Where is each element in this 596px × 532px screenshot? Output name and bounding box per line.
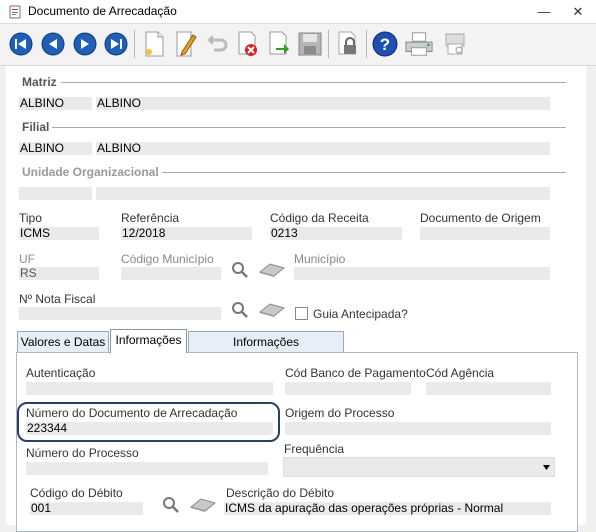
search-nota-fiscal-icon[interactable]	[231, 301, 249, 319]
first-record-icon	[9, 32, 33, 56]
window-title: Documento de Arrecadação	[28, 4, 177, 18]
numero-documento-field[interactable]: 223344	[26, 422, 273, 435]
next-record-icon	[73, 32, 97, 56]
section-divider	[162, 172, 566, 173]
search-municipio-icon[interactable]	[231, 261, 249, 279]
codigo-receita-label: Código da Receita	[270, 211, 369, 225]
last-record-button[interactable]	[101, 28, 131, 60]
tab-informacoes[interactable]: Informações	[110, 329, 187, 353]
toolbar: ?	[0, 24, 596, 66]
descricao-debito-label: Descrição do Débito	[226, 486, 335, 500]
uf-field[interactable]: RS	[19, 267, 99, 280]
codigo-debito-field[interactable]: 001	[30, 502, 143, 515]
referencia-label: Referência	[121, 211, 180, 225]
autenticacao-field[interactable]	[26, 382, 273, 395]
codigo-receita-field[interactable]: 0213	[270, 227, 402, 240]
matriz-section-label: Matriz	[22, 75, 57, 89]
previous-record-button[interactable]	[38, 28, 68, 60]
previous-record-icon	[41, 32, 65, 56]
nota-fiscal-field[interactable]	[19, 307, 221, 320]
documento-origem-label: Documento de Origem	[420, 211, 541, 225]
save-icon	[298, 32, 322, 56]
cod-banco-field[interactable]	[285, 382, 411, 395]
eraser-nota-fiscal-icon[interactable]	[258, 302, 286, 318]
print-icon	[405, 32, 433, 56]
undo-button[interactable]	[202, 28, 232, 60]
origem-processo-field[interactable]	[285, 422, 551, 435]
tipo-label: Tipo	[19, 211, 42, 225]
delete-icon	[238, 31, 257, 56]
referencia-field[interactable]: 12/2018	[121, 227, 252, 240]
eraser-municipio-icon[interactable]	[258, 262, 286, 278]
filial-name-field[interactable]: ALBINO	[96, 142, 550, 155]
help-button[interactable]: ?	[370, 28, 400, 60]
delete-button[interactable]	[233, 28, 263, 60]
svg-text:?: ?	[380, 35, 390, 54]
edit-icon	[176, 31, 197, 57]
documento-origem-field[interactable]	[420, 227, 550, 240]
guia-antecipada-label: Guia Antecipada?	[313, 307, 408, 321]
lock-icon	[338, 31, 356, 55]
print-button[interactable]	[404, 28, 434, 60]
unidade-name-field[interactable]	[96, 187, 550, 200]
tab-informacoes-complementares[interactable]: Informações Complementares	[188, 331, 344, 369]
filial-code-field[interactable]: ALBINO	[19, 142, 92, 155]
lock-button[interactable]	[333, 28, 363, 60]
matriz-name-field[interactable]: ALBINO	[96, 97, 550, 110]
numero-documento-label: Número do Documento de Arrecadação	[26, 406, 238, 420]
uf-label: UF	[19, 252, 35, 266]
frequencia-select[interactable]	[283, 457, 555, 477]
municipio-label: Município	[294, 252, 346, 266]
matriz-code-field[interactable]: ALBINO	[19, 97, 92, 110]
app-icon	[9, 5, 21, 19]
tipo-field[interactable]: ICMS	[19, 227, 99, 240]
eraser-debito-icon[interactable]	[189, 497, 217, 513]
print-preview-button[interactable]	[440, 28, 470, 60]
chevron-down-icon	[543, 465, 550, 470]
filial-section-label: Filial	[22, 120, 50, 134]
frequencia-label: Frequência	[284, 442, 345, 456]
toolbar-separator	[328, 30, 329, 58]
undo-icon	[207, 35, 228, 52]
export-button[interactable]	[264, 28, 294, 60]
minimize-button[interactable]: —	[531, 2, 557, 22]
tab-valores-e-datas[interactable]: Valores e Datas	[17, 331, 109, 353]
cod-agencia-label: Cód Agência	[426, 366, 495, 380]
nota-fiscal-label: Nº Nota Fiscal	[19, 292, 96, 306]
autenticacao-label: Autenticação	[26, 366, 96, 380]
title-bar: Documento de Arrecadação — ✕	[0, 0, 596, 24]
save-button[interactable]	[295, 28, 325, 60]
edit-button[interactable]	[171, 28, 201, 60]
unidade-section-label: Unidade Organizacional	[22, 165, 159, 179]
close-button[interactable]: ✕	[565, 2, 591, 22]
cod-banco-label: Cód Banco de Pagamento	[285, 366, 426, 380]
guia-antecipada-checkbox[interactable]	[295, 307, 308, 320]
export-icon	[269, 31, 289, 55]
new-button[interactable]	[139, 28, 169, 60]
toolbar-separator	[366, 30, 367, 58]
numero-processo-label: Número do Processo	[26, 446, 139, 460]
section-divider	[52, 127, 566, 128]
first-record-button[interactable]	[6, 28, 36, 60]
section-divider	[61, 82, 566, 83]
help-icon: ?	[372, 31, 398, 57]
next-record-button[interactable]	[70, 28, 100, 60]
new-document-icon	[145, 31, 164, 57]
cod-agencia-field[interactable]	[426, 382, 551, 395]
municipio-field[interactable]	[294, 267, 550, 280]
search-debito-icon[interactable]	[162, 496, 180, 514]
codigo-debito-label: Código do Débito	[30, 486, 123, 500]
last-record-icon	[104, 32, 128, 56]
unidade-code-field[interactable]	[19, 187, 92, 200]
toolbar-separator	[134, 30, 135, 58]
document-form: Matriz ALBINO ALBINO Filial ALBINO ALBIN…	[6, 66, 586, 532]
print-preview-icon	[445, 33, 465, 55]
descricao-debito-field[interactable]: ICMS da apuração das operações próprias …	[224, 502, 551, 515]
codigo-municipio-field[interactable]	[121, 267, 221, 280]
origem-processo-label: Origem do Processo	[285, 406, 395, 420]
numero-processo-field[interactable]	[26, 462, 268, 475]
codigo-municipio-label: Código Município	[121, 252, 214, 266]
